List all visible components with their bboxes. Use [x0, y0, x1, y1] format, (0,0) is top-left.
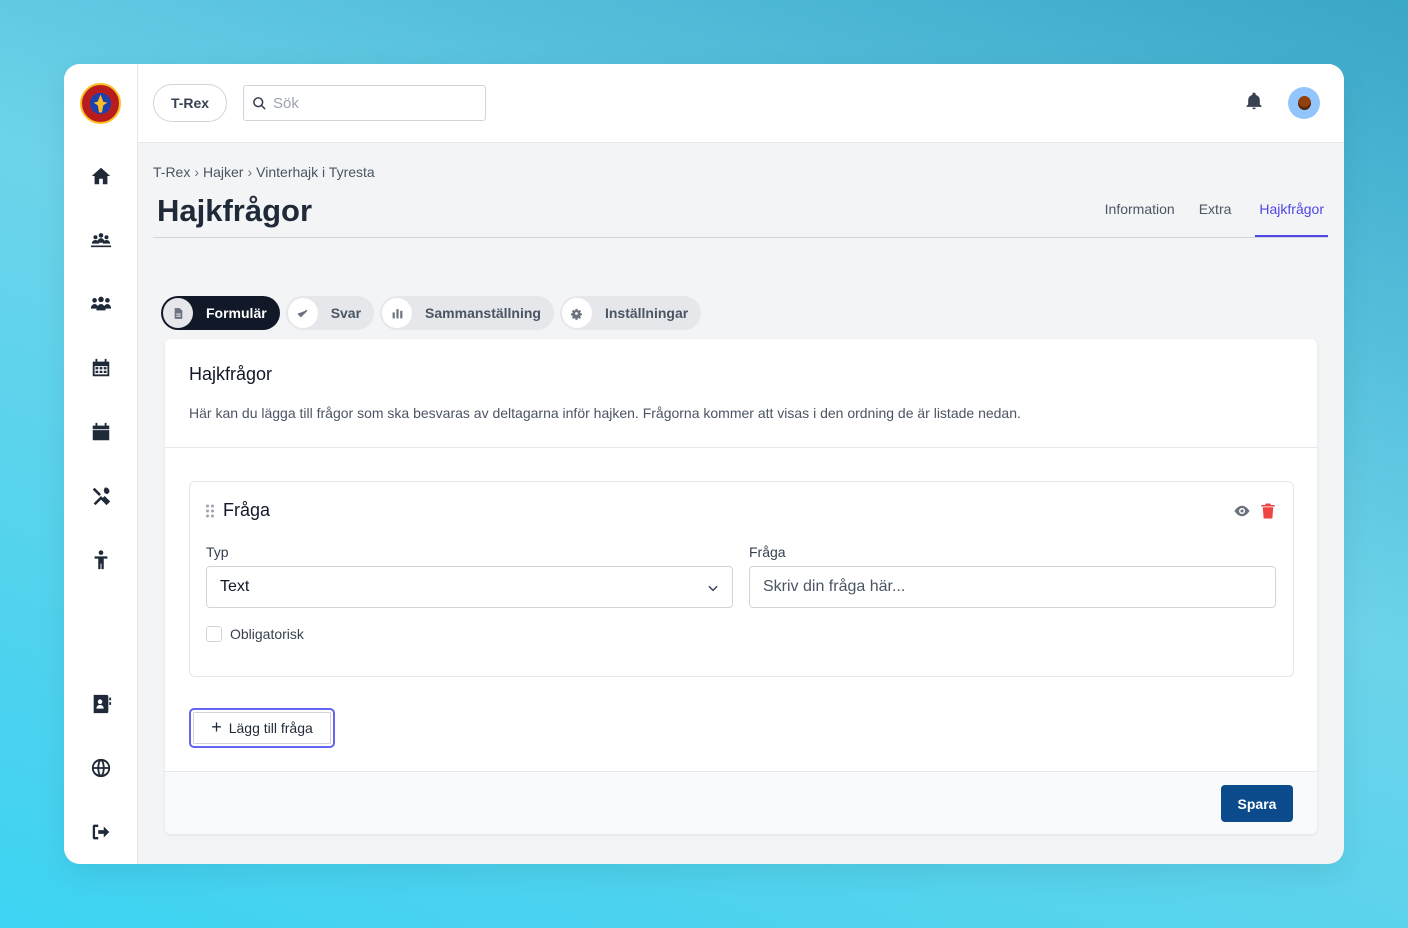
question-label: Fråga — [749, 544, 786, 560]
trash-icon[interactable] — [1259, 502, 1277, 520]
subtab-summary-label: Sammanställning — [425, 305, 541, 321]
user-avatar[interactable] — [1288, 87, 1320, 119]
sidebar — [64, 64, 138, 864]
card-description: Här kan du lägga till frågor som ska bes… — [189, 405, 1021, 421]
logout-icon[interactable] — [89, 820, 113, 844]
subtab-answers-label: Svar — [330, 305, 362, 321]
subtab-form-label: Formulär — [206, 305, 267, 321]
card-footer: Spara — [165, 771, 1317, 834]
calendar-grid-icon[interactable] — [89, 356, 113, 380]
tab-hike-questions[interactable]: Hajkfrågor — [1255, 201, 1328, 237]
eye-icon[interactable] — [1233, 502, 1251, 520]
home-icon[interactable] — [89, 164, 113, 188]
drag-handle-icon[interactable] — [205, 504, 215, 518]
page-tabs: Information Extra Hajkfrågor — [1081, 201, 1328, 237]
notifications-bell-icon[interactable] — [1244, 91, 1266, 113]
question-item: Fråga Typ Text Fråga Obligatorisk — [189, 481, 1294, 677]
bar-chart-icon — [382, 298, 413, 328]
questions-card: Hajkfrågor Här kan du lägga till frågor … — [165, 339, 1317, 834]
group-icon[interactable] — [89, 228, 113, 252]
organization-switcher[interactable]: T-Rex — [153, 84, 227, 122]
breadcrumb: T-Rex › Hajker › Vinterhajk i Tyresta — [153, 164, 375, 180]
question-input[interactable] — [749, 566, 1276, 608]
save-button[interactable]: Spara — [1221, 785, 1293, 822]
breadcrumb-item-current[interactable]: Vinterhajk i Tyresta — [256, 164, 375, 180]
subtab-summary[interactable]: Sammanställning — [380, 296, 554, 330]
chevron-right-icon: › — [247, 164, 253, 180]
top-bar: T-Rex — [138, 64, 1344, 143]
card-divider — [165, 447, 1317, 448]
chevron-down-icon — [708, 585, 718, 592]
subtab-settings-label: Inställningar — [604, 305, 689, 321]
card-title: Hajkfrågor — [189, 364, 273, 384]
gear-icon — [561, 298, 592, 328]
breadcrumb-item-hikes[interactable]: Hajker — [203, 164, 243, 180]
check-icon — [287, 298, 318, 328]
search-input[interactable] — [273, 94, 473, 112]
document-icon — [163, 298, 193, 328]
subtab-form[interactable]: Formulär — [161, 296, 280, 330]
globe-icon[interactable] — [89, 756, 113, 780]
breadcrumb-item-organization[interactable]: T-Rex — [153, 164, 190, 180]
form-subtabs: Formulär Svar Sammanställning Inställnin… — [161, 296, 707, 330]
required-label: Obligatorisk — [230, 626, 304, 642]
subtab-settings[interactable]: Inställningar — [559, 296, 702, 330]
users-icon[interactable] — [89, 292, 113, 316]
plus-icon: + — [211, 716, 222, 737]
tools-icon[interactable] — [89, 484, 113, 508]
subtab-answers[interactable]: Svar — [285, 296, 375, 330]
child-icon[interactable] — [89, 548, 113, 572]
type-label: Typ — [206, 544, 229, 560]
page-title: Hajkfrågor — [157, 193, 313, 228]
chevron-right-icon: › — [194, 164, 200, 180]
tab-information[interactable]: Information — [1105, 201, 1175, 237]
add-question-button[interactable]: + Lägg till fråga — [189, 708, 335, 748]
contact-book-icon[interactable] — [89, 692, 113, 716]
required-checkbox[interactable] — [206, 626, 222, 642]
app-window: T-Rex T-Rex › Hajker › Vinterhajk i Tyre… — [64, 64, 1344, 864]
required-checkbox-row[interactable]: Obligatorisk — [206, 626, 304, 642]
question-title: Fråga — [223, 500, 271, 520]
calendar-icon[interactable] — [89, 420, 113, 444]
tab-extra[interactable]: Extra — [1199, 201, 1232, 237]
type-select-value: Text — [220, 578, 250, 595]
search-box[interactable] — [243, 85, 486, 121]
add-question-label: Lägg till fråga — [228, 720, 313, 736]
type-select[interactable]: Text — [206, 566, 733, 608]
organization-logo[interactable] — [80, 83, 121, 124]
header-divider — [153, 237, 1328, 238]
search-icon — [253, 96, 266, 110]
